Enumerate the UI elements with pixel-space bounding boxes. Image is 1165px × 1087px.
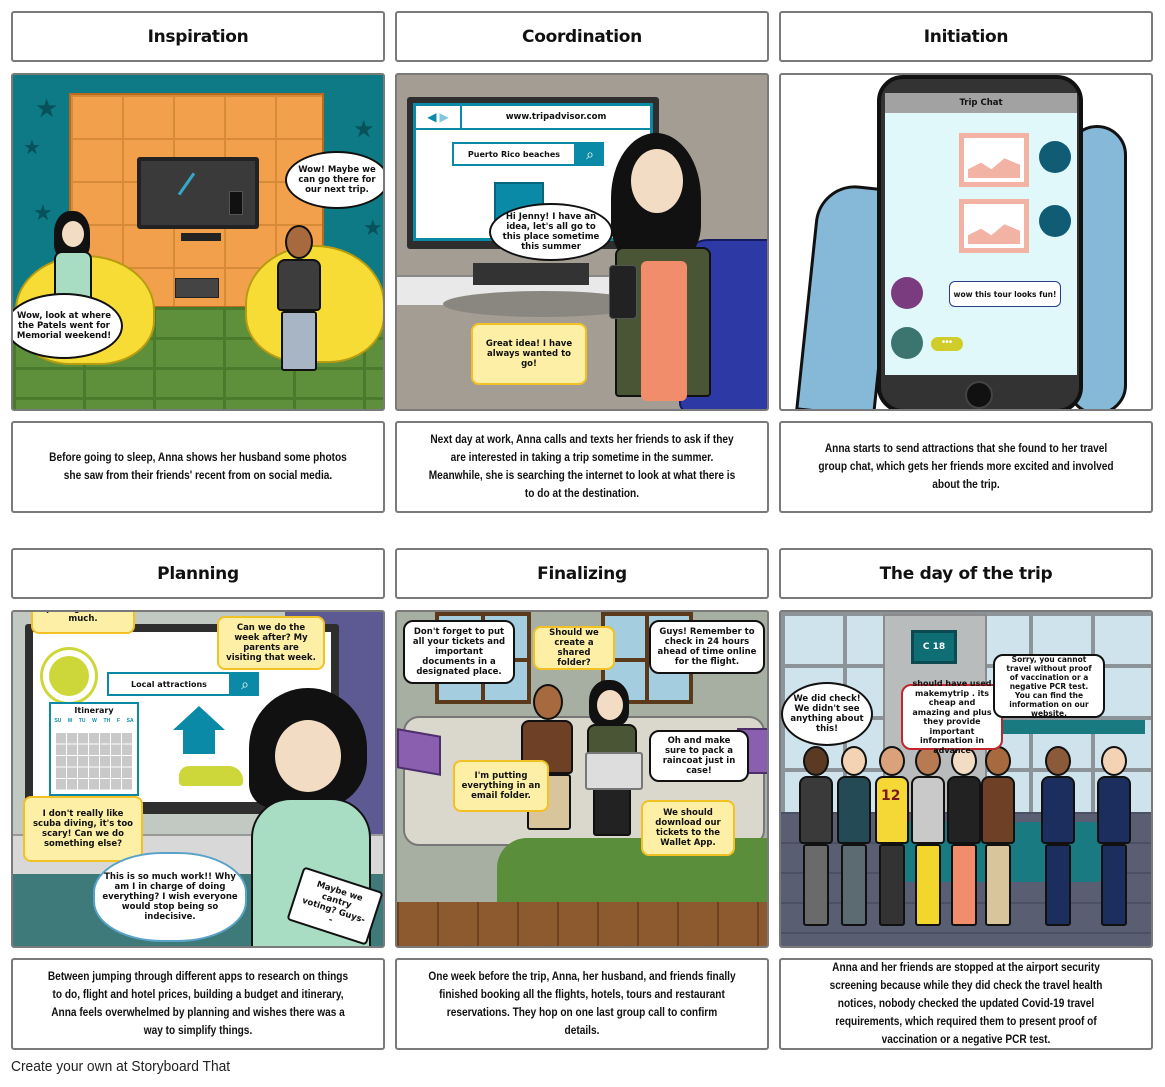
calendar-grid <box>55 732 133 790</box>
speech-bubble-anna: Hi Jenny! I have an idea, let's all go t… <box>489 203 613 261</box>
calendar-weekday: M <box>67 718 73 724</box>
forward-arrow-icon[interactable]: ▶ <box>440 110 449 124</box>
avatar-icon <box>891 277 923 309</box>
car-icon <box>179 766 243 786</box>
image-icon[interactable] <box>959 133 1029 187</box>
calendar-weekday: SA <box>126 718 134 724</box>
star-icon: ★ <box>35 93 59 123</box>
speech-bubble-folder: Should we create a shared folder? <box>533 626 615 670</box>
chat-message: wow this tour looks fun! <box>949 281 1061 307</box>
search-icon[interactable]: ⌕ <box>576 142 604 166</box>
caption-day-of-trip: Anna and her friends are stopped at the … <box>779 958 1153 1050</box>
caption-text: Anna starts to send attractions that she… <box>818 443 1114 491</box>
chat-title: Trip Chat <box>885 93 1077 113</box>
speech-bubble-email: I'm putting everything in an email folde… <box>453 760 549 812</box>
television <box>137 157 259 229</box>
speech-bubble-officer: Sorry, you cannot travel without proof o… <box>993 654 1105 718</box>
house-icon <box>173 706 225 730</box>
caption-inspiration: Before going to sleep, Anna shows her hu… <box>11 421 385 513</box>
typing-indicator-icon: ••• <box>931 337 963 351</box>
browser-nav-arrows[interactable]: ◀ ▶ <box>416 106 462 130</box>
speech-bubble-makemytrip: should have used makemytrip . its cheap … <box>901 679 1003 755</box>
storyboard-that-footer-link[interactable]: Create your own at Storyboard That <box>11 1058 230 1075</box>
star-icon: ★ <box>23 137 41 159</box>
laptop <box>585 752 643 790</box>
scene-finalizing: Don't forget to put all your tickets and… <box>395 610 769 948</box>
thought-bubble-anna: This is so much work!! Why am I in charg… <box>93 852 247 942</box>
speech-bubble-friend: Great idea! I have always wanted to go! <box>471 323 587 385</box>
house-icon-body <box>183 730 215 754</box>
browser-url-bar[interactable]: www.tripadvisor.com <box>462 106 650 130</box>
speech-bubble-scuba: I don't really like scuba diving, it's t… <box>23 796 143 862</box>
caption-text: Before going to sleep, Anna shows her hu… <box>49 452 347 482</box>
caption-planning: Between jumping through different apps t… <box>11 958 385 1050</box>
calendar-weekday: SU <box>54 718 62 724</box>
scene-inspiration: ★ ★ ★ ★ ★ Wow, look at where the Patels … <box>11 73 385 411</box>
panel-title-planning: Planning <box>11 548 385 599</box>
smartphone: Trip Chat wow this tour looks fun! ••• <box>877 75 1083 409</box>
search-input[interactable]: Puerto Rico beaches <box>452 142 576 166</box>
cushion <box>397 728 441 776</box>
star-icon: ★ <box>33 200 53 225</box>
itinerary-calendar[interactable]: Itinerary SU M TU W TH F SA <box>49 702 139 796</box>
scene-initiation: Trip Chat wow this tour looks fun! ••• <box>779 73 1153 411</box>
caption-coordination: Next day at work, Anna calls and texts h… <box>395 421 769 513</box>
speech-bubble-week-after: Can we do the week after? My parents are… <box>217 616 325 670</box>
avatar-icon <box>891 327 923 359</box>
calendar-weekday: TU <box>78 718 86 724</box>
speech-bubble-checkin: Guys! Remember to check in 24 hours ahea… <box>649 620 765 674</box>
caption-finalizing: One week before the trip, Anna, her husb… <box>395 958 769 1050</box>
caption-text: One week before the trip, Anna, her husb… <box>428 971 736 1037</box>
scene-airport: C 18 12 We did check! We didn't see anyt… <box>779 610 1153 948</box>
scene-planning: Local attractions ⌕ Itinerary SU M TU W TH F S… <box>11 610 385 948</box>
speech-bubble-hotel: It's a nice hotel but I think $550 per n… <box>31 612 135 634</box>
speech-bubble-raincoat: Oh and make sure to pack a raincoat just… <box>649 730 749 782</box>
game-console <box>175 278 219 298</box>
panel-title-day-of-trip: The day of the trip <box>779 548 1153 599</box>
gate-sign: C 18 <box>911 630 957 664</box>
scene-coordination: ◀ ▶ www.tripadvisor.com Puerto Rico beach… <box>395 73 769 411</box>
avatar-icon <box>1039 141 1071 173</box>
speech-bubble-documents: Don't forget to put all your tickets and… <box>403 620 515 684</box>
caption-text: Next day at work, Anna calls and texts h… <box>428 434 736 500</box>
star-icon: ★ <box>363 215 383 240</box>
image-icon[interactable] <box>959 199 1029 253</box>
star-icon: ★ <box>353 116 375 143</box>
panel-title-coordination: Coordination <box>395 11 769 62</box>
keyboard <box>473 263 589 285</box>
counter <box>981 720 1145 734</box>
speech-bubble-husband: Wow! Maybe we can go there for our next … <box>285 151 383 209</box>
panel-title-initiation: Initiation <box>779 11 1153 62</box>
speech-bubble-we-did-check: We did check! We didn't see anything abo… <box>781 682 873 746</box>
caption-text: Between jumping through different apps t… <box>47 971 349 1037</box>
calendar-weekday: W <box>92 718 97 724</box>
avatar-icon <box>1039 205 1071 237</box>
speech-bubble-wallet: We should download our tickets to the Wa… <box>641 800 735 856</box>
home-button[interactable] <box>965 381 993 409</box>
tv-stand <box>181 233 221 241</box>
caption-initiation: Anna starts to send attractions that she… <box>779 421 1153 513</box>
panel-title-inspiration: Inspiration <box>11 11 385 62</box>
calendar-weekday: F <box>116 718 120 724</box>
wood-floor <box>397 902 767 946</box>
calendar-weekdays: SU M TU W TH F SA <box>51 718 137 724</box>
caption-text: Anna and her friends are stopped at the … <box>829 962 1103 1046</box>
panel-title-finalizing: Finalizing <box>395 548 769 599</box>
search-icon[interactable]: ⌕ <box>231 672 259 696</box>
search-input[interactable]: Local attractions <box>107 672 231 696</box>
phone <box>609 265 637 319</box>
calendar-title: Itinerary <box>74 706 114 715</box>
calendar-weekday: TH <box>103 718 111 724</box>
chat-window: wow this tour looks fun! ••• <box>885 113 1077 375</box>
back-arrow-icon[interactable]: ◀ <box>427 110 436 124</box>
sun-icon <box>49 656 89 696</box>
jersey-number: 12 <box>881 788 901 804</box>
